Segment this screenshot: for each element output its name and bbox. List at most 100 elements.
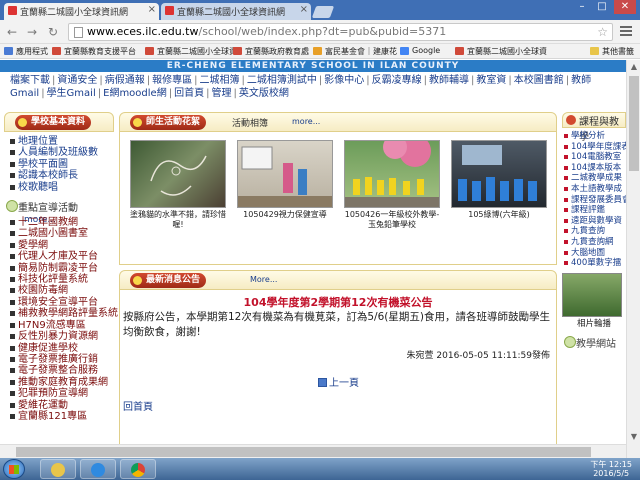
address-bar[interactable]: www.eces.ilc.edu.tw/school/web/index.php… (68, 23, 613, 41)
curriculum-link[interactable]: 課程發展委員會 (564, 195, 626, 206)
promo-link[interactable]: 電子發票推廣行銷 (10, 354, 114, 365)
promo-link[interactable]: 簡易防制霸凌平台 (10, 263, 114, 274)
photo-image[interactable] (344, 140, 440, 208)
bookmark-1[interactable]: 宜蘭縣教育支援平台 (52, 46, 136, 57)
top-nav-link[interactable]: 教師輔導 (429, 75, 469, 86)
curriculum-link[interactable]: 104電腦教室 (564, 152, 626, 163)
curriculum-link[interactable]: 九貫查詢網 (564, 237, 626, 248)
tab-school-site-2[interactable]: 宜蘭縣二城國小全球資訊網 × (161, 3, 311, 20)
curriculum-link[interactable]: 本土語教學成 (564, 184, 626, 195)
top-nav-link[interactable]: 病假通報 (105, 75, 145, 86)
curriculum-link[interactable]: 遠距與數學資 (564, 216, 626, 227)
more-link[interactable]: More... (250, 275, 277, 284)
curriculum-link[interactable]: 104課本版本 (564, 163, 626, 174)
photo-image[interactable] (130, 140, 226, 208)
sidebar-link[interactable]: 校歌聽唱 (10, 182, 114, 193)
sidebar-link[interactable]: 學校平面圖 (10, 159, 114, 170)
promo-link[interactable]: 環境安全宣導平台 (10, 297, 114, 308)
photo-image[interactable] (237, 140, 333, 208)
promo-link[interactable]: 校園防毒網 (10, 285, 114, 296)
promo-link[interactable]: 電子發票整合服務 (10, 365, 114, 376)
promo-link[interactable]: 二城國小圖書室 (10, 228, 114, 239)
promo-link[interactable]: 推動家庭教育成果網 (10, 377, 114, 388)
tab-school-site[interactable]: 宜蘭縣二城國小全球資訊網 × (4, 3, 159, 20)
home-link[interactable]: 回首頁 (123, 398, 153, 413)
curriculum-link[interactable]: 104學年度課表 (564, 142, 626, 153)
top-nav-link[interactable]: 反霸凌專線 (372, 75, 422, 86)
taskbar-ie[interactable] (80, 459, 116, 479)
promo-link[interactable]: 補救教學網路評量系統 (10, 308, 118, 319)
carousel-photo[interactable] (562, 272, 622, 317)
horizontal-scrollbar[interactable] (0, 444, 626, 458)
promo-link[interactable]: 十二年國教網 (10, 217, 114, 228)
promo-link[interactable]: 宜蘭縣121專區 (10, 411, 114, 422)
hamburger-menu-icon[interactable] (620, 26, 632, 38)
taskbar-chrome[interactable] (120, 459, 156, 479)
top-nav-link[interactable]: 影像中心 (324, 75, 364, 86)
promo-link[interactable]: 代理人才庫及平台 (10, 251, 114, 262)
top-nav-link[interactable]: 管理 (211, 88, 231, 99)
top-nav-link[interactable]: 二城相簿 (200, 75, 240, 86)
bookmark-google[interactable]: Google (400, 46, 440, 57)
curriculum-link[interactable]: 課程評鑑 (564, 205, 626, 216)
minimize-icon[interactable]: – (574, 0, 590, 14)
close-window-icon[interactable]: ✕ (614, 0, 636, 14)
forward-arrow-icon[interactable]: → (24, 24, 40, 40)
photo-caption[interactable]: 105綠博(六年級) (451, 210, 547, 220)
scroll-up-icon[interactable]: ▲ (627, 60, 640, 74)
curriculum-link[interactable]: 學校分析 (564, 131, 626, 142)
top-nav-link[interactable]: 報修專區 (152, 75, 192, 86)
photo-item[interactable]: 1050429視力保健宣導 (237, 140, 333, 220)
photo-item[interactable]: 塗鴉貓的水準不錯，請珍惜喔! (130, 140, 226, 230)
top-nav-link[interactable]: 英文版校網 (239, 88, 289, 99)
promo-link[interactable]: 犯罪預防宣導網 (10, 388, 114, 399)
maximize-icon[interactable]: □ (594, 0, 610, 14)
bookmark-star-icon[interactable]: ☆ (597, 24, 608, 40)
top-nav-link[interactable]: E網moodle網 (103, 88, 167, 99)
top-nav-link[interactable]: 二城相簿測試中 (247, 75, 317, 86)
photo-item[interactable]: 1050426一年級校外教學-玉兔鉛筆學校 (344, 140, 440, 230)
promo-link[interactable]: 愛維花運動 (10, 400, 114, 411)
promo-link[interactable]: H7N9流感專區 (10, 320, 114, 331)
scroll-down-icon[interactable]: ▼ (627, 430, 640, 444)
close-icon[interactable]: × (300, 4, 308, 15)
sidebar-link[interactable]: 人員編制及班級數 (10, 147, 114, 158)
top-nav-link[interactable]: 教室資 (476, 75, 506, 86)
promo-link[interactable]: 愛學網 (10, 240, 114, 251)
bookmark-6[interactable]: 宜蘭縣二城國小全球資 (455, 46, 547, 57)
close-icon[interactable]: × (148, 4, 156, 15)
scrollbar-thumb[interactable] (629, 76, 639, 171)
photo-caption[interactable]: 1050426一年級校外教學-玉兔鉛筆學校 (344, 210, 440, 230)
new-tab-button[interactable] (311, 6, 335, 18)
curriculum-link[interactable]: 大腦地圖 (564, 248, 626, 259)
photo-item[interactable]: 105綠博(六年級) (451, 140, 547, 220)
sidebar-link[interactable]: 地理位置 (10, 136, 114, 147)
top-nav-link[interactable]: 檔案下載 (10, 75, 50, 86)
scrollbar-thumb[interactable] (16, 447, 591, 457)
bookmark-other-folder[interactable]: 其他書籤 (590, 46, 634, 57)
promo-link[interactable]: 健康促進學校 (10, 343, 114, 354)
bookmark-2[interactable]: 宜蘭縣二城國小全球資 (145, 46, 237, 57)
system-clock[interactable]: 下午 12:15 2016/5/5 (590, 460, 632, 478)
promo-link[interactable]: 科技化評量系統 (10, 274, 114, 285)
carousel-caption[interactable]: 相片輪播 (562, 317, 626, 329)
reload-icon[interactable]: ↻ (45, 24, 61, 40)
back-arrow-icon[interactable]: ← (4, 24, 20, 40)
album-category[interactable]: 活動相簿 (232, 116, 268, 129)
curriculum-link[interactable]: 九貫查詢 (564, 226, 626, 237)
top-nav-link[interactable]: 學生Gmail (47, 88, 96, 99)
photo-caption[interactable]: 塗鴉貓的水準不錯，請珍惜喔! (130, 210, 226, 230)
bookmark-4[interactable]: 富民基金會｜建康花 (313, 46, 397, 57)
top-nav-link[interactable]: 本校圖書館 (514, 75, 564, 86)
more-link[interactable]: more... (292, 117, 320, 126)
bookmark-3[interactable]: 宜蘭縣政府教育處 (233, 46, 309, 57)
sidebar-link[interactable]: 認識本校師長 (10, 170, 114, 181)
curriculum-link[interactable]: 二城教學成果 (564, 173, 626, 184)
photo-image[interactable] (451, 140, 547, 208)
photo-caption[interactable]: 1050429視力保健宣導 (237, 210, 333, 220)
top-nav-link[interactable]: 資通安全 (57, 75, 97, 86)
vertical-scrollbar[interactable]: ▲ ▼ (626, 60, 640, 458)
bookmark-apps[interactable]: 應用程式 (4, 46, 48, 57)
previous-page-link[interactable]: 上一頁 (318, 374, 359, 389)
top-nav-link[interactable]: 回首頁 (174, 88, 204, 99)
